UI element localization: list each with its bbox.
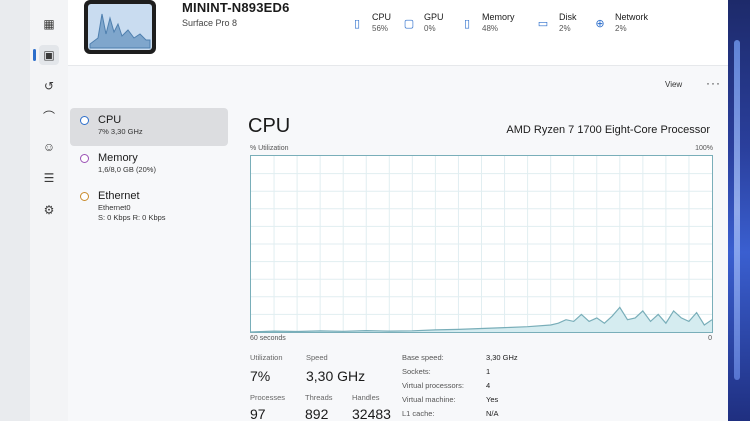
graph-max-label: 100% (695, 145, 713, 152)
detail-key: Base speed: (402, 353, 444, 362)
navigation-rail: ▦ ▣ ↺ ⌒ ☺ ☰ ⚙ (30, 0, 68, 421)
graph-x-label: 60 seconds (250, 335, 286, 342)
gpu-icon: ▢ (403, 17, 415, 30)
device-model: Surface Pro 8 (182, 18, 238, 28)
metric-label: Memory (482, 12, 515, 22)
handles-label: Handles (352, 393, 380, 402)
detail-value: 4 (486, 381, 491, 390)
page-title: CPU (248, 115, 291, 137)
metric-label: Disk (559, 12, 577, 22)
device-item-subtitle: Ethernet0 (98, 203, 131, 212)
metric-value: 2% (615, 24, 627, 33)
metric-disk[interactable]: ▭ Disk 2% (535, 12, 577, 35)
desktop-wallpaper-edge (728, 0, 750, 421)
users-icon[interactable]: ☺ (39, 137, 59, 157)
metric-network[interactable]: ⊕ Network 2% (593, 12, 648, 35)
app-history-icon[interactable]: ↺ (39, 76, 59, 96)
startup-apps-icon[interactable]: ⌒ (39, 106, 59, 126)
utilization-label: Utilization (250, 353, 283, 362)
metric-label: Network (615, 12, 649, 22)
detail-value: 3,30 GHz (486, 353, 518, 362)
device-header: MININT-N893ED6 Surface Pro 8 ▯ CPU 56% ▢… (68, 0, 728, 66)
performance-icon[interactable]: ▣ (33, 45, 59, 65)
detail-key: Sockets: (402, 367, 431, 376)
performance-device-list: CPU 7% 3,30 GHz Memory 1,6/8,0 GB (20%) … (70, 108, 228, 421)
processes-label: Processes (250, 393, 286, 402)
metric-label: GPU (424, 12, 444, 22)
toolbar: View ··· (68, 66, 728, 106)
threads-label: Threads (305, 393, 333, 402)
detail-key: L1 cache: (402, 409, 435, 418)
cpu-utilization-graph (250, 155, 713, 333)
metric-label: CPU (372, 12, 392, 22)
device-item-ethernet[interactable]: Ethernet Ethernet0 S: 0 Kbps R: 0 Kbps (70, 184, 228, 230)
memory-icon: ▯ (463, 17, 471, 30)
device-item-cpu[interactable]: CPU 7% 3,30 GHz (70, 108, 228, 146)
detail-key: Virtual machine: (402, 395, 456, 404)
device-item-title: CPU (98, 114, 122, 126)
device-item-subtitle: 7% 3,30 GHz (98, 127, 143, 136)
metric-cpu[interactable]: ▯ CPU 56% (350, 12, 391, 35)
detail-value: N/A (486, 409, 499, 418)
device-item-memory[interactable]: Memory 1,6/8,0 GB (20%) (70, 146, 228, 184)
processes-icon[interactable]: ▦ (39, 14, 59, 34)
graph-min-label: 0 (708, 335, 712, 342)
speed-label: Speed (306, 353, 328, 362)
ethernet-status-icon (80, 192, 89, 201)
detail-key: Virtual processors: (402, 381, 464, 390)
metric-value: 48% (482, 24, 499, 33)
utilization-value: 7% (250, 368, 271, 384)
desktop-left-edge (0, 0, 30, 421)
device-item-title: Ethernet (98, 190, 140, 202)
metric-memory[interactable]: ▯ Memory 48% (460, 12, 515, 35)
network-icon: ⊕ (595, 17, 605, 30)
metric-value: 56% (372, 24, 389, 33)
disk-icon: ▭ (537, 17, 549, 30)
cpu-status-icon (80, 116, 89, 125)
device-name: MININT-N893ED6 (182, 0, 290, 15)
detail-value: 1 (486, 367, 491, 376)
metric-value: 0% (424, 24, 436, 33)
view-button[interactable]: View (665, 80, 682, 89)
handles-value: 32483 (352, 406, 391, 421)
cpu-graph-svg (251, 156, 712, 332)
speed-value: 3,30 GHz (306, 368, 366, 384)
services-icon[interactable]: ⚙ (39, 200, 59, 220)
processor-name: AMD Ryzen 7 1700 Eight-Core Processor (506, 124, 710, 136)
graph-y-label: % Utilization (250, 145, 289, 152)
processes-value: 97 (250, 406, 266, 421)
device-thumbnail (84, 0, 156, 54)
details-icon[interactable]: ☰ (39, 168, 59, 188)
cpu-icon: ▯ (353, 17, 361, 30)
device-item-title: Memory (98, 152, 138, 164)
device-item-subtitle: 1,6/8,0 GB (20%) (98, 165, 156, 174)
metric-gpu[interactable]: ▢ GPU 0% (402, 12, 444, 35)
detail-value: Yes (486, 395, 499, 404)
memory-status-icon (80, 154, 89, 163)
device-item-throughput: S: 0 Kbps R: 0 Kbps (98, 213, 166, 222)
threads-value: 892 (305, 406, 329, 421)
cpu-detail-panel: CPU AMD Ryzen 7 1700 Eight-Core Processo… (248, 110, 713, 421)
more-options-icon[interactable]: ··· (706, 76, 721, 90)
metric-value: 2% (559, 24, 571, 33)
